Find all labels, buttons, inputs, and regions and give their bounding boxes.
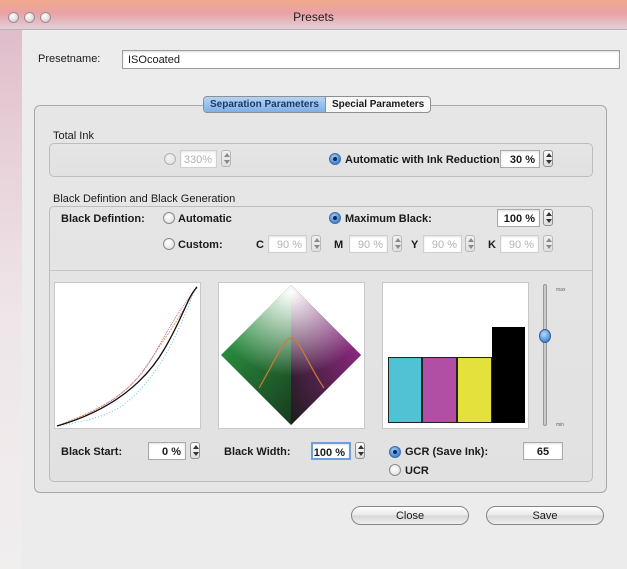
black-bar: [492, 327, 525, 423]
ink-reduction-stepper-icon[interactable]: [543, 150, 553, 167]
automatic-ink-reduction-radio[interactable]: [329, 153, 341, 165]
title-bar: Presets: [0, 0, 627, 30]
manual-total-ink-radio[interactable]: [164, 153, 176, 165]
slider-min-label: min: [556, 422, 565, 428]
section-divider: [50, 270, 592, 271]
presets-window: Presets Presetname: ISOcoated Separation…: [0, 0, 627, 569]
manual-total-ink-stepper-icon[interactable]: [221, 150, 231, 167]
black-definition-label: Black Defintion:: [61, 213, 145, 225]
tab-separation-parameters[interactable]: Separation Parameters: [204, 97, 326, 112]
manual-total-ink-value[interactable]: 330%: [180, 150, 217, 168]
cyan-bar: [388, 357, 422, 423]
gcr-radio[interactable]: [389, 446, 401, 458]
black-custom-radio[interactable]: [163, 238, 175, 250]
gcr-slider-knob[interactable]: [539, 328, 551, 343]
custom-c-value[interactable]: 90 %: [268, 235, 307, 253]
black-start-stepper-icon[interactable]: [190, 442, 200, 459]
black-custom-label: Custom:: [178, 239, 223, 251]
gcr-value[interactable]: 65: [523, 442, 563, 460]
close-button[interactable]: Close: [351, 506, 469, 525]
presetname-label: Presetname:: [38, 53, 101, 65]
slider-max-label: max: [556, 287, 566, 293]
black-curve-graph: [56, 284, 198, 427]
presetname-value: ISOcoated: [128, 54, 180, 66]
black-width-stepper-icon[interactable]: [355, 442, 365, 459]
maximum-black-radio[interactable]: [329, 212, 341, 224]
save-button[interactable]: Save: [486, 506, 604, 525]
maximum-black-label: Maximum Black:: [345, 213, 432, 225]
maximum-black-value[interactable]: 100 %: [497, 209, 540, 227]
ucr-radio[interactable]: [389, 464, 401, 476]
gamut-diamond-panel: [218, 282, 365, 429]
automatic-ink-reduction-label: Automatic with Ink Reduction:: [345, 154, 504, 166]
black-start-value[interactable]: 0 %: [148, 442, 186, 460]
custom-c-stepper-icon[interactable]: [311, 235, 321, 252]
tab-bar: Separation Parameters Special Parameters: [203, 96, 432, 113]
black-start-label: Black Start:: [61, 446, 123, 458]
presetname-field[interactable]: ISOcoated: [122, 50, 620, 69]
yellow-bar: [457, 357, 492, 423]
black-width-label: Black Width:: [224, 446, 291, 458]
custom-k-label: K: [488, 239, 496, 251]
custom-k-stepper-icon[interactable]: [543, 235, 553, 252]
custom-y-stepper-icon[interactable]: [465, 235, 475, 252]
ucr-label: UCR: [405, 465, 429, 477]
maximum-black-stepper-icon[interactable]: [543, 209, 553, 226]
custom-m-value[interactable]: 90 %: [349, 235, 388, 253]
custom-y-label: Y: [411, 239, 419, 251]
black-automatic-radio[interactable]: [163, 212, 175, 224]
ink-reduction-value[interactable]: 30 %: [500, 150, 540, 168]
ink-bars-panel: [382, 282, 529, 429]
custom-y-value[interactable]: 90 %: [423, 235, 462, 253]
custom-m-label: M: [334, 239, 344, 251]
gcr-label: GCR (Save Ink):: [405, 446, 489, 458]
custom-k-value[interactable]: 90 %: [500, 235, 539, 253]
desktop-background: [0, 0, 22, 569]
black-curve-panel: [54, 282, 201, 429]
total-ink-title: Total Ink: [53, 130, 94, 142]
tab-special-parameters[interactable]: Special Parameters: [326, 97, 430, 112]
black-automatic-label: Automatic: [178, 213, 232, 225]
window-title: Presets: [293, 10, 334, 24]
custom-m-stepper-icon[interactable]: [392, 235, 402, 252]
gcr-slider-track[interactable]: [543, 284, 547, 426]
black-width-value[interactable]: 100 %: [311, 442, 351, 460]
magenta-bar: [422, 357, 457, 423]
gamut-diamond-graphic: [221, 285, 361, 425]
black-section-title: Black Defintion and Black Generation: [53, 193, 236, 205]
custom-c-label: C: [256, 239, 264, 251]
